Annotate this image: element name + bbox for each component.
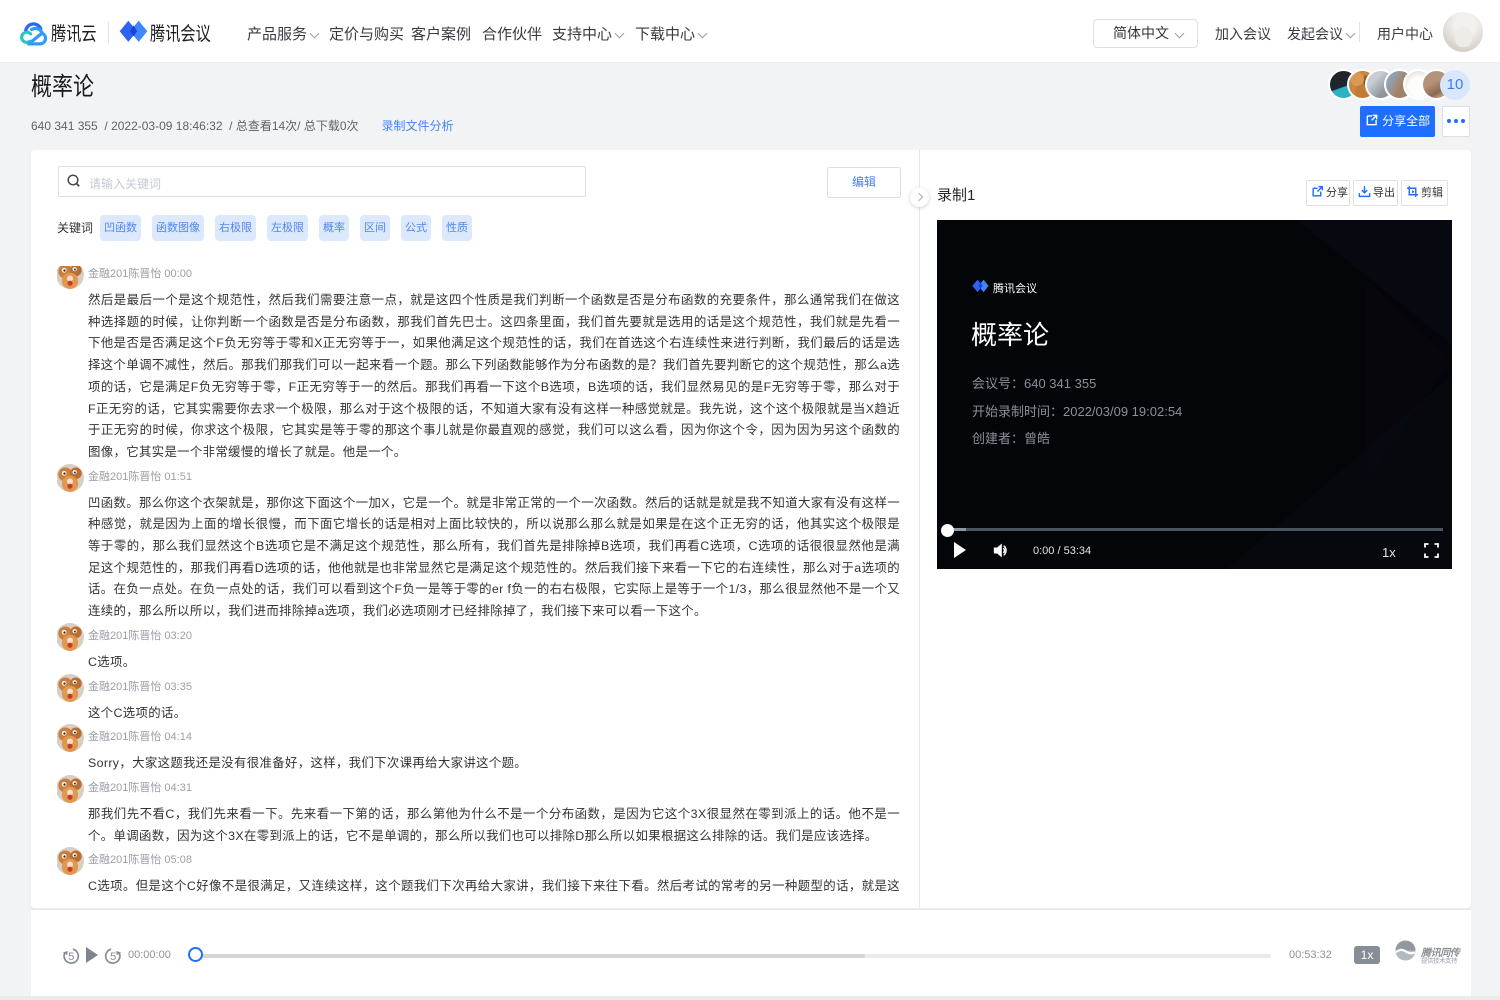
svg-text:5: 5 [68,951,74,963]
svg-text:5: 5 [110,951,116,963]
